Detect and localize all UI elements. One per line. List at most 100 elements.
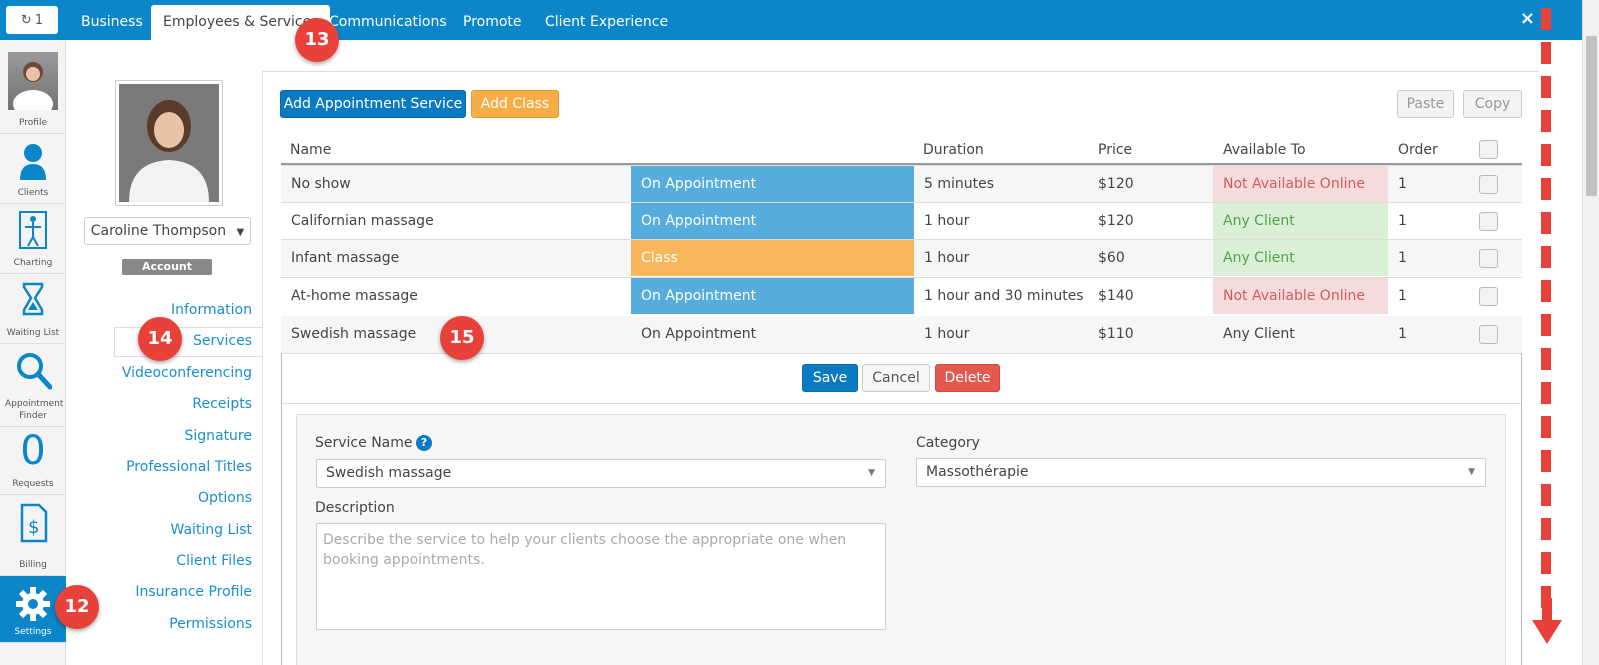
account-owner-badge: Account Owner xyxy=(122,259,212,289)
rail-item-requests[interactable]: 0 Requests xyxy=(0,427,66,495)
annotation-marker-12: 12 xyxy=(55,585,99,629)
side-link-client-files[interactable]: Client Files xyxy=(176,553,252,569)
side-link-information[interactable]: Information xyxy=(171,302,252,318)
service-availability: Not Available Online xyxy=(1213,166,1388,202)
service-order: 1 xyxy=(1398,326,1407,342)
table-row[interactable]: Infant massage Class 1 hour $60 Any Clie… xyxy=(281,239,1522,276)
rail-item-profile[interactable]: Profile xyxy=(0,40,66,134)
close-icon[interactable]: × xyxy=(1520,8,1535,29)
table-row[interactable]: At-home massage On Appointment 1 hour an… xyxy=(281,277,1522,314)
side-link-services[interactable]: Services xyxy=(193,333,252,349)
rail-item-label: Settings xyxy=(14,627,52,637)
service-price: $60 xyxy=(1098,250,1125,266)
service-order: 1 xyxy=(1398,176,1407,192)
rail-item-appointment-finder[interactable]: Appointment Finder xyxy=(0,344,66,427)
person-icon xyxy=(13,62,53,118)
scrollbar-thumb[interactable] xyxy=(1586,36,1597,196)
refresh-count: 1 xyxy=(34,12,44,28)
side-link-signature[interactable]: Signature xyxy=(184,428,252,444)
category-select[interactable]: Massothérapie ▼ xyxy=(916,458,1486,487)
column-header-duration[interactable]: Duration xyxy=(923,142,984,158)
service-name: No show xyxy=(291,176,351,192)
annotation-marker-15: 15 xyxy=(440,316,484,360)
service-price: $120 xyxy=(1098,176,1134,192)
tab-promote[interactable]: Promote xyxy=(451,0,534,40)
side-link-professional-titles[interactable]: Professional Titles xyxy=(126,459,252,475)
employee-photo xyxy=(115,80,223,206)
vertical-scrollbar[interactable] xyxy=(1582,0,1599,665)
column-header-order[interactable]: Order xyxy=(1398,142,1438,158)
column-header-price[interactable]: Price xyxy=(1098,142,1132,158)
paste-button[interactable]: Paste xyxy=(1397,90,1454,118)
service-price: $140 xyxy=(1098,288,1134,304)
row-checkbox[interactable] xyxy=(1479,249,1498,268)
invoice-icon: $ xyxy=(20,503,48,543)
service-availability: Any Client xyxy=(1213,203,1388,239)
column-header-available-to[interactable]: Available To xyxy=(1223,142,1306,158)
body-chart-icon xyxy=(19,211,47,249)
rail-item-label: Appointment Finder xyxy=(5,399,64,421)
search-icon xyxy=(17,353,52,390)
service-order: 1 xyxy=(1398,213,1407,229)
service-category: Class xyxy=(631,240,914,276)
caret-down-icon: ▼ xyxy=(1468,467,1475,477)
rail-item-charting[interactable]: Charting xyxy=(0,204,66,274)
gear-icon xyxy=(16,587,50,621)
rail-item-waiting-list[interactable]: Waiting List xyxy=(0,274,66,344)
add-appointment-service-button[interactable]: Add Appointment Service xyxy=(280,90,466,118)
service-duration: 1 hour xyxy=(924,250,970,266)
side-link-waiting-list[interactable]: Waiting List xyxy=(171,522,252,538)
side-link-permissions[interactable]: Permissions xyxy=(169,616,252,632)
tab-business[interactable]: Business xyxy=(69,0,155,40)
service-availability: Any Client xyxy=(1213,240,1388,276)
category-label: Category xyxy=(916,435,980,451)
service-name: At-home massage xyxy=(291,288,418,304)
row-checkbox[interactable] xyxy=(1479,175,1498,194)
save-button[interactable]: Save xyxy=(802,364,858,392)
description-placeholder: Describe the service to help your client… xyxy=(323,532,847,568)
service-category: On Appointment xyxy=(631,166,914,202)
row-checkbox[interactable] xyxy=(1479,287,1498,306)
side-link-insurance-profile[interactable]: Insurance Profile xyxy=(135,584,252,600)
rail-item-label: Charting xyxy=(13,258,53,268)
person-photo-icon xyxy=(119,84,219,202)
service-name: Californian massage xyxy=(291,213,434,229)
side-link-receipts[interactable]: Receipts xyxy=(192,396,252,412)
copy-button[interactable]: Copy xyxy=(1463,90,1522,118)
category-value: Massothérapie xyxy=(926,464,1029,480)
delete-button[interactable]: Delete xyxy=(935,364,1000,392)
cancel-button[interactable]: Cancel xyxy=(862,364,930,392)
select-all-checkbox[interactable] xyxy=(1479,140,1498,159)
table-row[interactable]: Californian massage On Appointment 1 hou… xyxy=(281,202,1522,239)
row-checkbox[interactable] xyxy=(1479,325,1498,344)
svg-text:$: $ xyxy=(28,517,39,538)
help-icon[interactable]: ? xyxy=(416,435,432,451)
service-duration: 5 minutes xyxy=(924,176,995,192)
rail-item-label: Billing xyxy=(19,560,47,570)
add-class-button[interactable]: Add Class xyxy=(471,90,559,118)
top-navigation-bar: ↻ 1 Business Employees & Services Commun… xyxy=(0,0,1599,40)
service-duration: 1 hour xyxy=(924,213,970,229)
service-category: On Appointment xyxy=(631,278,914,314)
tab-client-experience[interactable]: Client Experience xyxy=(533,0,680,40)
side-link-videoconferencing[interactable]: Videoconferencing xyxy=(122,365,252,381)
row-checkbox[interactable] xyxy=(1479,212,1498,231)
service-price: $110 xyxy=(1098,326,1134,342)
rail-item-billing[interactable]: $ Billing xyxy=(0,495,66,576)
annotation-marker-13: 13 xyxy=(295,18,339,62)
refresh-button[interactable]: ↻ 1 xyxy=(6,6,58,34)
description-textarea[interactable]: Describe the service to help your client… xyxy=(316,523,886,630)
rail-item-label: Waiting List xyxy=(6,328,60,338)
employee-select[interactable]: Caroline Thompson ▼ xyxy=(84,217,251,245)
description-label: Description xyxy=(315,500,395,516)
service-name-select[interactable]: Swedish massage ▼ xyxy=(316,459,886,488)
refresh-icon: ↻ xyxy=(20,12,32,28)
rail-item-label: Requests xyxy=(12,479,54,489)
rail-item-clients[interactable]: Clients xyxy=(0,134,66,204)
column-header-name[interactable]: Name xyxy=(290,142,331,158)
table-row[interactable]: No show On Appointment 5 minutes $120 No… xyxy=(281,165,1522,202)
service-category: On Appointment xyxy=(631,203,914,239)
hourglass-icon xyxy=(22,282,44,316)
service-name: Infant massage xyxy=(291,250,400,266)
side-link-options[interactable]: Options xyxy=(198,490,252,506)
